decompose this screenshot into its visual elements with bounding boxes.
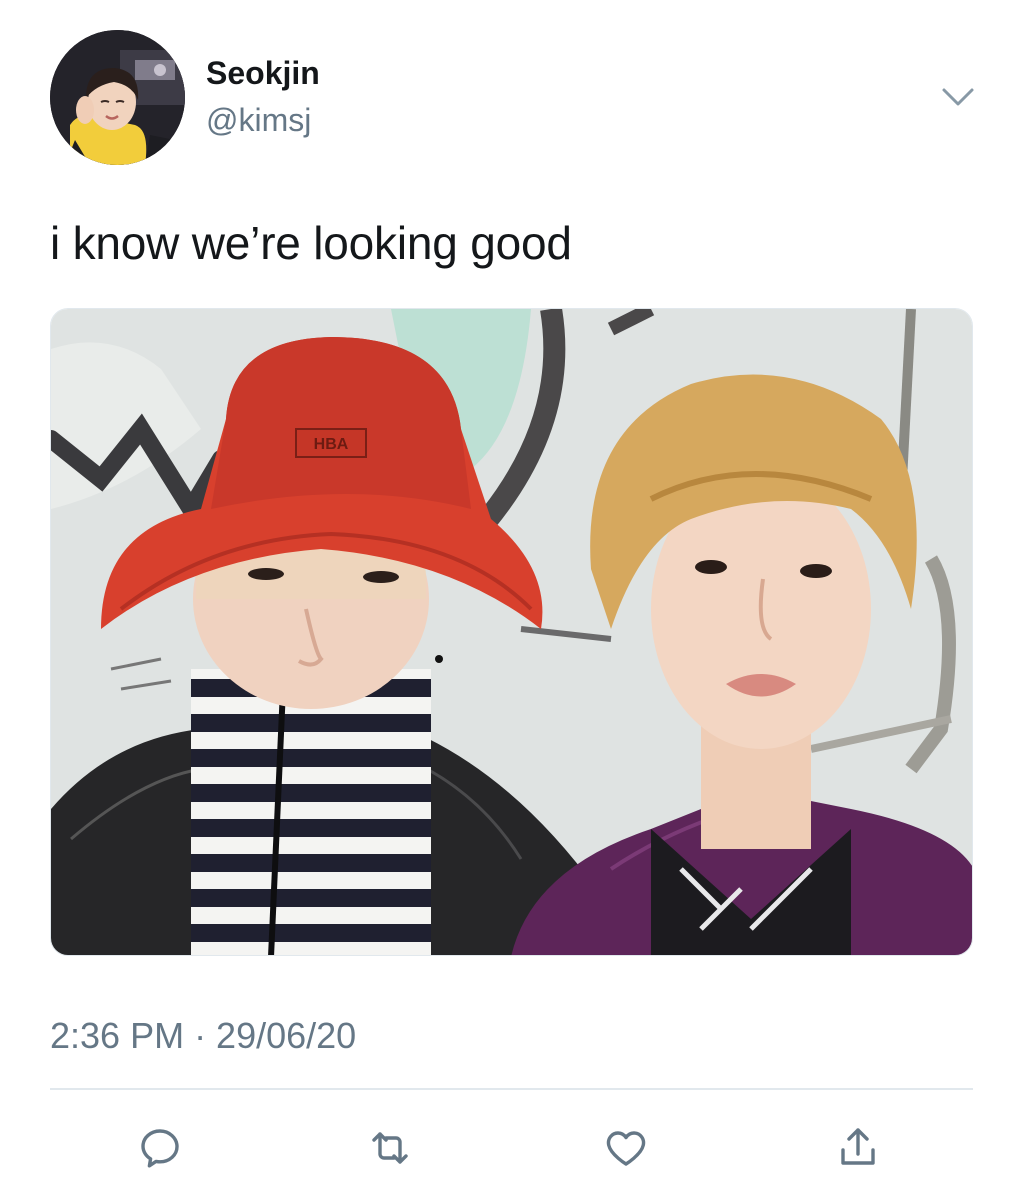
retweet-icon (372, 1132, 408, 1164)
share-icon (841, 1128, 875, 1165)
reply-button[interactable] (130, 1118, 190, 1178)
action-bar (0, 1110, 1023, 1180)
divider (50, 1088, 973, 1090)
display-name[interactable]: Seokjin (206, 53, 320, 93)
user-handle[interactable]: @kimsj (206, 100, 311, 140)
tweet-text: i know we’re looking good (50, 217, 572, 269)
photo-illustration: HBA (51, 309, 972, 955)
tweet-timestamp[interactable]: 2:36 PM · 29/06/20 (50, 1014, 356, 1058)
reply-icon (141, 1129, 179, 1168)
avatar[interactable] (50, 30, 185, 165)
chevron-down-icon[interactable] (940, 82, 976, 110)
heart-icon (606, 1131, 646, 1166)
tweet-photo[interactable]: HBA (50, 308, 973, 956)
share-button[interactable] (828, 1118, 888, 1178)
tweet-card: Seokjin @kimsj i know we’re looking good (0, 0, 1023, 1200)
retweet-button[interactable] (360, 1118, 420, 1178)
hat-patch-label: HBA (314, 436, 349, 453)
like-button[interactable] (596, 1118, 656, 1178)
avatar-photo (50, 30, 185, 165)
